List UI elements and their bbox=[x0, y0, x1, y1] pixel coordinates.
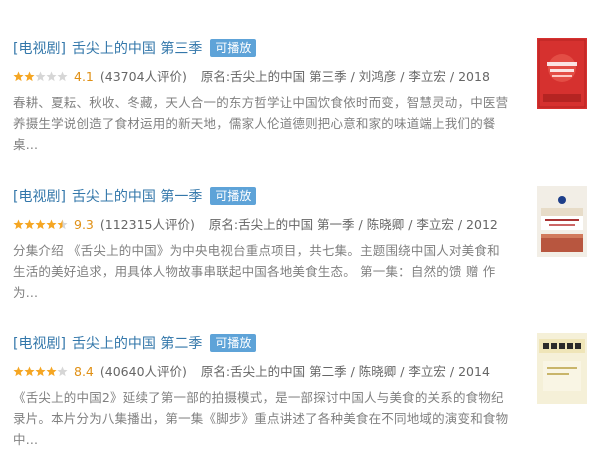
description: 《舌尖上的中国2》延续了第一部的拍摄模式，是一部探讨中国人与美食的关系的食物纪 … bbox=[13, 387, 523, 450]
result-item: [电视剧] 舌尖上的中国 第三季 可播放 4.1 (43704人评价) 原名:舌尖上的中… bbox=[0, 0, 606, 152]
result-title-line: [电视剧] 舌尖上的中国 第三季 可播放 bbox=[13, 38, 257, 60]
playable-badge[interactable]: 可播放 bbox=[210, 39, 257, 57]
original-info: 原名:舌尖上的中国 第二季 / 陈晓卿 / 李立宏 / 2014 bbox=[200, 364, 490, 379]
star-icon bbox=[24, 71, 35, 82]
star-icon bbox=[57, 71, 68, 82]
cover-image[interactable] bbox=[537, 333, 587, 404]
rating-score: 4.1 bbox=[74, 69, 94, 84]
description-line: 《舌尖上的中国2》延续了第一部的拍摄模式，是一部探讨中国人与美食的关系的食物纪 bbox=[13, 390, 504, 405]
star-icon bbox=[13, 219, 24, 230]
vote-count: (40640人评价) bbox=[99, 364, 187, 379]
description: 春耕、夏耘、秋收、冬藏，天人合一的东方哲学让中国饮食依时而变，智慧灵动，中医营 … bbox=[13, 92, 523, 155]
result-title-line: [电视剧] 舌尖上的中国 第二季 可播放 bbox=[13, 333, 257, 355]
star-icon bbox=[57, 219, 68, 230]
cover-image[interactable] bbox=[537, 38, 587, 109]
playable-badge[interactable]: 可播放 bbox=[210, 334, 257, 352]
result-title-line: [电视剧] 舌尖上的中国 第一季 可播放 bbox=[13, 186, 257, 208]
vote-count: (112315人评价) bbox=[99, 217, 195, 232]
title-link[interactable]: 舌尖上的中国 第一季 bbox=[72, 189, 202, 205]
title-link[interactable]: 舌尖上的中国 第三季 bbox=[72, 41, 202, 57]
playable-badge[interactable]: 可播放 bbox=[210, 187, 257, 205]
description-line: 春耕、夏耘、秋收、冬藏，天人合一的东方哲学让中国饮食依时而变，智慧灵动，中医营 bbox=[13, 95, 509, 110]
vote-count: (43704人评价) bbox=[99, 69, 187, 84]
rating-stars bbox=[13, 219, 68, 230]
result-item: [电视剧] 舌尖上的中国 第一季 可播放 9.3 (112315人评价) 原名:舌尖上的… bbox=[0, 153, 606, 301]
category-label: [电视剧] bbox=[13, 336, 66, 352]
original-info: 原名:舌尖上的中国 第三季 / 刘鸿彦 / 李立宏 / 2018 bbox=[200, 69, 490, 84]
cover-image[interactable] bbox=[537, 186, 587, 257]
rating-stars bbox=[13, 71, 68, 82]
star-icon bbox=[46, 219, 57, 230]
star-icon bbox=[35, 219, 46, 230]
description-line: 桌... bbox=[13, 137, 39, 152]
title-link[interactable]: 舌尖上的中国 第二季 bbox=[72, 336, 202, 352]
description-line: 养摄生学说创造了食材运用的新天地，儒家人伦道德则把心意和家的味道端上我们的餐 bbox=[13, 116, 496, 131]
original-info: 原名:舌尖上的中国 第一季 / 陈晓卿 / 李立宏 / 2012 bbox=[208, 217, 498, 232]
rating-line: 4.1 (43704人评价) 原名:舌尖上的中国 第三季 / 刘鸿彦 / 李立宏 /… bbox=[13, 67, 490, 87]
rating-score: 9.3 bbox=[74, 217, 94, 232]
star-icon bbox=[57, 366, 68, 377]
star-icon bbox=[24, 366, 35, 377]
star-icon bbox=[35, 366, 46, 377]
description-line: 录片。本片分为八集播出，第一集《脚步》重点讲述了各种美食在不同地域的演变和食物 bbox=[13, 411, 509, 426]
rating-line: 8.4 (40640人评价) 原名:舌尖上的中国 第二季 / 陈晓卿 / 李立宏 /… bbox=[13, 362, 490, 382]
star-icon bbox=[35, 71, 46, 82]
star-icon bbox=[46, 366, 57, 377]
star-icon bbox=[24, 219, 35, 230]
star-icon bbox=[46, 71, 57, 82]
description-line: 生活的美好追求，用具体人物故事串联起中国各地美食生态。 第一集：自然的馈 赠 作 bbox=[13, 264, 496, 279]
result-item: [电视剧] 舌尖上的中国 第二季 可播放 8.4 (40640人评价) 原名:舌尖上的中… bbox=[0, 305, 606, 453]
category-label: [电视剧] bbox=[13, 189, 66, 205]
rating-line: 9.3 (112315人评价) 原名:舌尖上的中国 第一季 / 陈晓卿 / 李立宏 … bbox=[13, 215, 498, 235]
description-line: 分集介绍 《舌尖上的中国》为中央电视台重点项目，共七集。主题围绕中国人对美食和 bbox=[13, 243, 500, 258]
description: 分集介绍 《舌尖上的中国》为中央电视台重点项目，共七集。主题围绕中国人对美食和 … bbox=[13, 240, 523, 303]
description-line: 中... bbox=[13, 432, 39, 447]
rating-stars bbox=[13, 366, 68, 377]
star-icon bbox=[13, 71, 24, 82]
star-icon bbox=[13, 366, 24, 377]
rating-score: 8.4 bbox=[74, 364, 94, 379]
category-label: [电视剧] bbox=[13, 41, 66, 57]
description-line: 为... bbox=[13, 285, 39, 300]
